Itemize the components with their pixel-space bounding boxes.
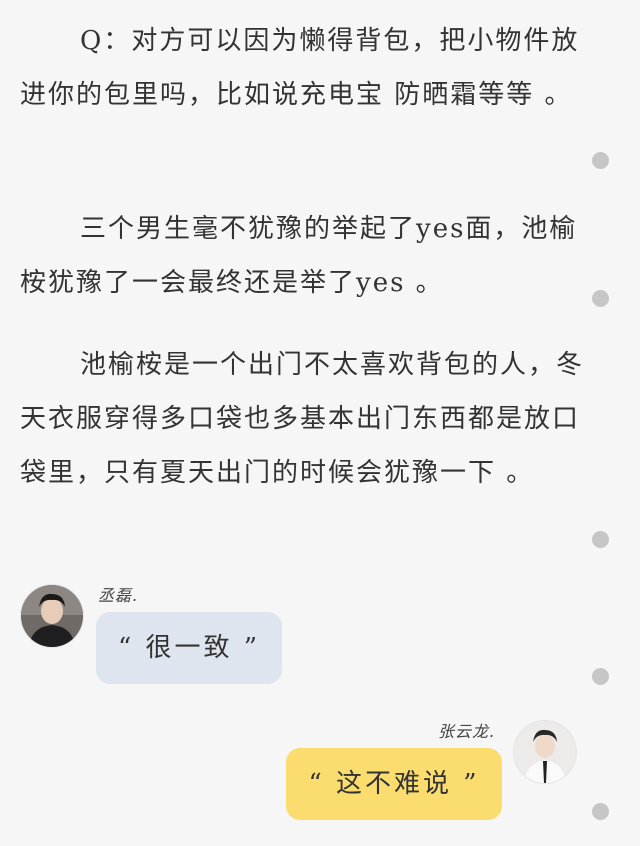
interview-question-paragraph: Q：对方可以因为懒得背包，把小物件放进你的包里吗，比如说充电宝 防晒霜等等 。 [20, 26, 580, 110]
right-user-name: 张云龙. [438, 722, 496, 741]
side-marker-dot [592, 152, 609, 169]
side-marker-dot [592, 531, 609, 548]
left-user-name: 丞磊. [98, 586, 139, 605]
side-marker-dot [592, 803, 609, 820]
right-chat-bubble: “ 这不难说 ” [286, 748, 502, 820]
right-user-avatar[interactable] [513, 720, 577, 784]
side-marker-dot [592, 668, 609, 685]
left-chat-bubble: “ 很一致 ” [96, 612, 282, 684]
side-marker-dot [592, 290, 609, 307]
person-photo-icon [514, 721, 576, 783]
person-photo-icon [21, 585, 83, 647]
answer-paragraph: 三个男生毫不犹豫的举起了yes面，池榆桉犹豫了一会最终还是举了yes 。 [20, 214, 578, 298]
explanation-paragraph: 池榆桉是一个出门不太喜欢背包的人，冬天衣服穿得多口袋也多基本出门东西都是放口袋里… [20, 350, 585, 488]
left-user-avatar[interactable] [20, 584, 84, 648]
